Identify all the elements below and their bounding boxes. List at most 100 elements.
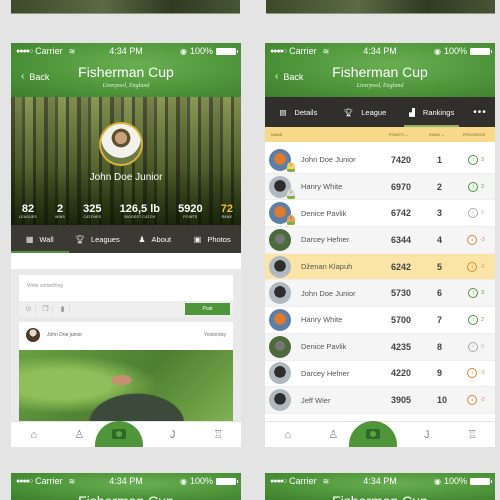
player-progress: ↑ 2 — [461, 181, 491, 192]
status-bar: ●●●●○ Carrier ≋ 4:34 PM ◉ 100% — [265, 43, 495, 59]
player-avatar[interactable] — [269, 362, 291, 385]
player-name[interactable]: Jeff Wier — [301, 396, 391, 405]
trend-down-icon: ↓ — [467, 395, 478, 406]
top-left-screen-partial — [11, 0, 240, 14]
player-avatar[interactable] — [269, 308, 291, 331]
trend-same-icon: − — [468, 341, 479, 352]
player-name[interactable]: Denice Pavlik — [301, 209, 391, 218]
player-points: 3905 — [391, 395, 412, 406]
player-name[interactable]: John Doe Junior — [301, 155, 391, 164]
table-row[interactable]: 3 Denice Pavlik 6742 3 −0 — [265, 200, 495, 228]
player-progress: ↓ -3 — [461, 368, 491, 379]
tab-wall[interactable]: ▦ Wall — [11, 225, 69, 253]
stat-value: 5920 — [178, 203, 203, 215]
player-progress: ↑ 3 — [461, 288, 491, 299]
tab-details[interactable]: ▤ Details — [265, 97, 332, 127]
header: ●●●●○ Carrier ≋ 4:34 PM ◉ 100% ‹ Back Fi… — [265, 43, 495, 97]
player-avatar[interactable] — [269, 228, 291, 251]
nav-bar: ‹ Back Fisherman Cup Liverpool, England — [11, 59, 241, 97]
player-avatar[interactable] — [269, 282, 291, 305]
column-name[interactable]: NAME — [271, 132, 389, 137]
player-avatar[interactable]: 3 — [269, 202, 295, 226]
player-avatar[interactable] — [269, 335, 291, 358]
player-name[interactable]: Dženan Klapuh — [301, 262, 391, 271]
status-bar: ●●●●○ Carrier ≋ 4:34 PM ◉ 100% — [11, 43, 241, 59]
stat-wins: 2 WINS — [55, 203, 65, 220]
details-icon: ▤ — [279, 107, 287, 117]
table-row[interactable]: 2 Hanry White 6970 2 ↑ 2 — [265, 173, 495, 201]
table-row[interactable]: Denice Pavlik 4235 8 −0 — [265, 333, 495, 361]
tab-leagues[interactable]: 🏆︎ Leagues — [69, 225, 127, 253]
composer-input[interactable]: Write something — [27, 283, 63, 289]
player-avatar[interactable] — [269, 389, 291, 412]
trophy-icon[interactable]: ♖ — [450, 428, 496, 441]
tab-photos[interactable]: ▣ Photos — [184, 225, 242, 253]
player-rank: 8 — [437, 341, 443, 352]
tab-rankings[interactable]: ▟ Rankings — [398, 97, 465, 127]
table-row[interactable]: Hanry White 5700 7 ↑ 2 — [265, 307, 495, 334]
page-subtitle: Liverpool, England — [102, 83, 150, 89]
player-progress: ↓ -2 — [461, 261, 491, 272]
player-progress: ↑ 2 — [461, 314, 491, 325]
avatar[interactable] — [99, 122, 143, 166]
post-header: John Doe junior Yesterday — [19, 322, 233, 348]
player-avatar[interactable] — [269, 255, 291, 278]
clock: 4:34 PM — [363, 476, 397, 486]
table-row[interactable]: Jeff Wier 3905 10 ↓ -2 — [265, 387, 495, 414]
location-icon[interactable]: ⊙ — [22, 305, 36, 313]
player-avatar[interactable]: 2 — [269, 175, 295, 199]
table-row[interactable]: Dženan Klapuh 6242 5 ↓ -2 — [265, 253, 495, 281]
rankings-list: 1 John Doe Junior 7420 1 ↑ 3 2 Hanry White 6970 2… — [265, 147, 495, 414]
medal-icon: 3 — [287, 215, 295, 226]
progress-value: 0 — [481, 343, 484, 350]
trend-up-icon: ↑ — [468, 314, 479, 325]
trend-same-icon: − — [468, 208, 479, 219]
post-author[interactable]: John Doe junior — [47, 332, 82, 338]
video-icon[interactable]: ▮ — [56, 305, 70, 313]
page-title: Fisherman Cup — [332, 64, 428, 80]
table-row[interactable]: Darcey Hefner 4220 9 ↓ -3 — [265, 360, 495, 388]
tab-about[interactable]: ♟ About — [126, 225, 184, 253]
tab-label: Wall — [39, 234, 54, 244]
table-row[interactable]: Darcey Hefner 6344 4 ↓ -3 — [265, 227, 495, 254]
more-button[interactable]: ••• — [465, 97, 495, 127]
bottom-left-screen-partial: ●●●●○ Carrier ≋ 4:34 PM ◉ 100% Fisherman… — [11, 473, 241, 500]
hook-icon[interactable]: J — [150, 429, 196, 441]
progress-value: 3 — [481, 290, 484, 297]
stat-value: 2 — [56, 203, 64, 215]
stat-label: RANK — [221, 215, 233, 219]
bottom-right-screen-partial: ●●●●○ Carrier ≋ 4:34 PM ◉ 100% Fisherman… — [265, 473, 495, 500]
player-name[interactable]: Hanry White — [301, 315, 391, 324]
player-points: 5730 — [391, 288, 412, 299]
home-icon[interactable]: ⌂ — [11, 429, 57, 441]
table-row[interactable]: John Doe Junior 5730 6 ↑ 3 — [265, 280, 495, 308]
page-title: Fisherman Cup — [265, 494, 495, 500]
player-avatar[interactable]: 1 — [269, 148, 295, 172]
player-rank: 6 — [437, 288, 443, 299]
table-row[interactable]: 1 John Doe Junior 7420 1 ↑ 3 — [265, 147, 495, 174]
tab-league[interactable]: 🏆︎ League — [332, 97, 399, 127]
mockup-stage: ●●●●○ Carrier ≋ 4:34 PM ◉ 100% ‹ Back Fi… — [0, 0, 500, 500]
status-bar: ●●●●○ Carrier ≋ 4:34 PM ◉ 100% — [265, 473, 495, 489]
hook-icon[interactable]: J — [404, 429, 450, 441]
attach-icon[interactable]: ❐ — [39, 305, 53, 313]
stat-value: 82 — [21, 203, 35, 215]
battery-icon — [216, 477, 238, 485]
player-rank: 5 — [437, 261, 443, 272]
column-points[interactable]: POINTS ⌄ — [389, 132, 429, 137]
post-avatar[interactable] — [26, 328, 40, 342]
profile-screen: ●●●●○ Carrier ≋ 4:34 PM ◉ 100% ‹ Back Fi… — [11, 43, 241, 447]
player-name[interactable]: John Doe Junior — [301, 289, 391, 298]
player-name[interactable]: Darcey Hefner — [301, 235, 391, 244]
player-name[interactable]: Darcey Hefner — [301, 369, 391, 378]
column-progress[interactable]: PROGRESS — [459, 132, 489, 137]
home-icon[interactable]: ⌂ — [265, 429, 311, 441]
player-name[interactable]: Hanry White — [301, 182, 391, 191]
player-progress: ↓ -3 — [461, 234, 491, 245]
player-name[interactable]: Denice Pavlik — [301, 342, 391, 351]
nav-bar: ‹ Back Fisherman Cup Liverpool, England — [265, 59, 495, 97]
post-button[interactable]: Post — [185, 303, 230, 315]
trophy-icon[interactable]: ♖ — [196, 428, 242, 441]
column-rank[interactable]: RANK ⌄ — [429, 132, 459, 137]
player-points: 6970 — [391, 181, 412, 192]
